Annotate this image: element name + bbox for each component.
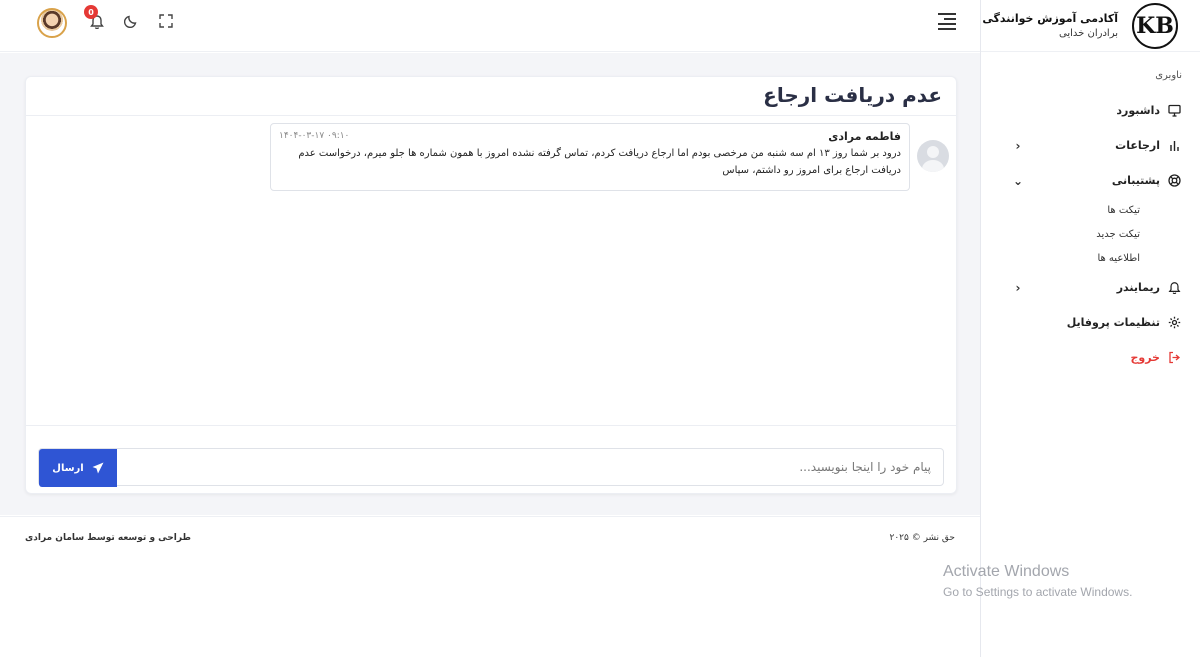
bell-icon: [1166, 280, 1182, 296]
divider: [26, 115, 956, 116]
sidebar-item-profile-settings[interactable]: تنظیمات پروفایل: [1003, 305, 1182, 340]
sidebar: آکادمی آموزش خوانندگی برادران خدایی KB ن…: [980, 0, 1200, 657]
sidebar-item-logout[interactable]: خروج: [1003, 340, 1182, 375]
sidebar-item-label: تنظیمات پروفایل: [1066, 316, 1160, 329]
sidebar-item-reminder[interactable]: ریمایندر ‹: [1003, 270, 1182, 305]
menu-icon[interactable]: [938, 13, 956, 30]
notification-badge: 0: [84, 5, 98, 19]
brand-logo: KB: [1132, 2, 1178, 49]
message-input[interactable]: [119, 449, 943, 485]
message-bubble: فاطمه مرادی ۱۴۰۴-۰۳-۱۷ ۰۹:۱۰ درود بر شما…: [270, 123, 910, 191]
send-label: ارسال: [52, 462, 84, 474]
sidebar-item-label: پشتیبانی: [1111, 174, 1160, 187]
paper-plane-icon: [92, 462, 104, 474]
lifebuoy-icon: [1166, 173, 1182, 189]
logout-icon: [1166, 350, 1182, 366]
brand-title: آکادمی آموزش خوانندگی: [982, 12, 1118, 25]
gear-icon: [1166, 315, 1182, 331]
chevron-down-icon: ⌄: [1012, 173, 1024, 188]
sidebar-nav: ناوبری داشبورد ارجاعات ‹ پشتیبانی ⌄ تیکت…: [981, 52, 1200, 375]
page-bottom: [0, 562, 980, 657]
moon-icon[interactable]: [122, 12, 140, 30]
watermark-subtitle: Go to Settings to activate Windows.: [943, 585, 1133, 599]
sidebar-subitem-tickets[interactable]: تیکت ها: [1003, 198, 1182, 222]
sidebar-subitem-new-ticket[interactable]: تیکت جدید: [1003, 222, 1182, 246]
send-button[interactable]: ارسال: [39, 449, 117, 487]
ticket-card: عدم دریافت ارجاع فاطمه مرادی ۱۴۰۴-۰۳-۱۷ …: [25, 76, 957, 494]
user-avatar-icon: [917, 140, 949, 172]
brand-text: آکادمی آموزش خوانندگی برادران خدایی: [982, 12, 1118, 39]
message-timestamp: ۱۴۰۴-۰۳-۱۷ ۰۹:۱۰: [279, 131, 350, 141]
windows-activation-watermark: Activate Windows Go to Settings to activ…: [943, 563, 1132, 599]
message-author: فاطمه مرادی: [828, 130, 901, 143]
chevron-left-icon: ‹: [1015, 280, 1021, 295]
top-header: 0: [0, 0, 980, 52]
sidebar-item-label: ارجاعات: [1115, 139, 1160, 152]
avatar[interactable]: [37, 8, 67, 38]
sidebar-item-referrals[interactable]: ارجاعات ‹: [1003, 128, 1182, 163]
footer: طراحی و توسعه توسط سامان مرادی حق نشر © …: [0, 516, 980, 562]
nav-section-label: ناوبری: [1155, 70, 1182, 81]
page-title: عدم دریافت ارجاع: [763, 83, 942, 107]
message-composer: ارسال: [38, 448, 944, 487]
sidebar-subitem-announcements[interactable]: اطلاعیه ها: [1003, 246, 1182, 270]
footer-credits: طراحی و توسعه توسط سامان مرادی: [25, 533, 191, 543]
sidebar-item-label: خروج: [1130, 351, 1160, 364]
sidebar-item-dashboard[interactable]: داشبورد: [1003, 93, 1182, 128]
message-text: درود بر شما روز ۱۳ ام سه شنبه من مرخصی ب…: [298, 148, 901, 176]
watermark-title: Activate Windows: [943, 563, 1070, 580]
divider: [26, 425, 956, 426]
monitor-icon: [1166, 103, 1182, 119]
chevron-left-icon: ‹: [1015, 138, 1021, 153]
sidebar-item-label: داشبورد: [1116, 104, 1160, 117]
brand-subtitle: برادران خدایی: [1059, 28, 1118, 39]
sidebar-item-support[interactable]: پشتیبانی ⌄: [1003, 163, 1182, 198]
bar-chart-icon: [1166, 138, 1182, 154]
brand[interactable]: آکادمی آموزش خوانندگی برادران خدایی KB: [981, 0, 1200, 52]
fullscreen-icon[interactable]: [157, 12, 175, 30]
sidebar-item-label: ریمایندر: [1116, 281, 1160, 294]
footer-copyright: حق نشر © ۲۰۲۵: [889, 533, 956, 543]
